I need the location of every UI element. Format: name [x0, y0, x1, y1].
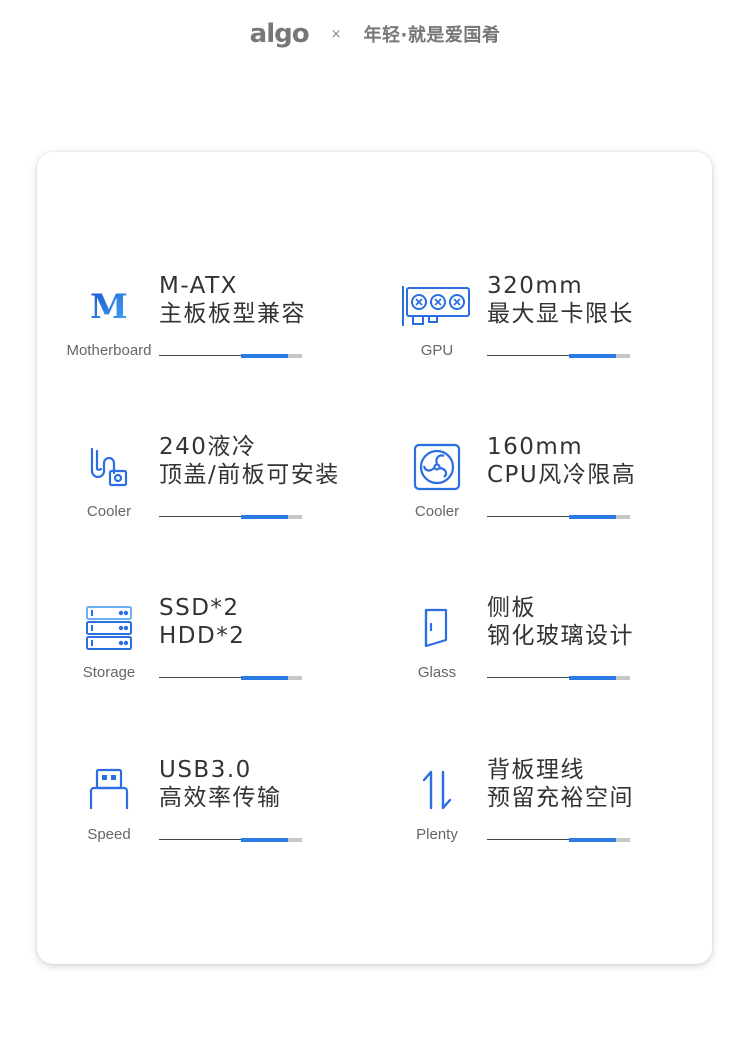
- feature-usb: Speed USB3.0 高效率传输: [63, 757, 373, 860]
- feature-caption: Storage: [82, 664, 136, 681]
- feature-title: 240液冷 顶盖/前板可安装: [159, 433, 340, 489]
- liquid-cooler-icon: [63, 437, 155, 497]
- feature-liquid-cooler: Cooler 240液冷 顶盖/前板可安装: [63, 434, 373, 537]
- feature-glass: Glass 侧板 钢化玻璃设计: [391, 595, 701, 698]
- feature-title-line2: CPU风冷限高: [487, 462, 637, 488]
- feature-progress-bar: [487, 354, 630, 358]
- feature-title-line2: 顶盖/前板可安装: [159, 462, 340, 488]
- gpu-card-icon: [391, 276, 483, 336]
- algo-logo: algo: [249, 19, 310, 49]
- feature-title-line1: 160mm: [487, 434, 584, 460]
- spec-card: M Motherboard M-ATX 主板板型兼容 GPU 320mm 最大显…: [37, 152, 712, 964]
- fan-cooler-icon: [391, 437, 483, 497]
- feature-title: USB3.0 高效率传输: [159, 756, 282, 812]
- storage-drives-icon: [63, 598, 155, 658]
- feature-progress-bar: [159, 354, 302, 358]
- feature-gpu: GPU 320mm 最大显卡限长: [391, 273, 701, 376]
- feature-title-line1: 侧板: [487, 595, 536, 621]
- feature-caption: Plenty: [416, 826, 458, 843]
- collab-separator: ×: [330, 26, 342, 42]
- cable-routing-icon: [391, 760, 483, 820]
- feature-title: 侧板 钢化玻璃设计: [487, 594, 634, 650]
- feature-progress-bar: [159, 676, 302, 680]
- feature-caption: Cooler: [414, 503, 460, 520]
- feature-title-line1: 240液冷: [159, 434, 257, 460]
- feature-caption: GPU: [420, 342, 454, 359]
- feature-cable-routing: Plenty 背板理线 预留充裕空间: [391, 757, 701, 860]
- brand-slogan: 年轻·就是爱国肴: [363, 25, 501, 46]
- motherboard-m-icon: M: [63, 276, 155, 336]
- feature-title: SSD*2 HDD*2: [159, 594, 245, 650]
- feature-title-line2: 预留充裕空间: [487, 785, 634, 811]
- feature-title: 背板理线 预留充裕空间: [487, 756, 634, 812]
- feature-caption: Motherboard: [66, 342, 152, 359]
- feature-title: M-ATX 主板板型兼容: [159, 272, 306, 328]
- feature-progress-bar: [159, 838, 302, 842]
- feature-storage: Storage SSD*2 HDD*2: [63, 595, 373, 698]
- usb-port-icon: [63, 760, 155, 820]
- feature-fan-cooler: Cooler 160mm CPU风冷限高: [391, 434, 701, 537]
- glass-panel-icon: [391, 598, 483, 658]
- feature-progress-bar: [487, 515, 630, 519]
- feature-title-line2: HDD*2: [159, 623, 246, 649]
- feature-title: 320mm 最大显卡限长: [487, 272, 634, 328]
- feature-progress-bar: [487, 676, 630, 680]
- feature-title-line2: 高效率传输: [159, 785, 282, 811]
- feature-caption: Glass: [417, 664, 457, 681]
- feature-motherboard: M Motherboard M-ATX 主板板型兼容: [63, 273, 373, 376]
- feature-title-line2: 最大显卡限长: [487, 301, 634, 327]
- feature-caption: Cooler: [86, 503, 132, 520]
- feature-title: 160mm CPU风冷限高: [487, 433, 636, 489]
- feature-title-line1: USB3.0: [159, 757, 252, 783]
- feature-progress-bar: [159, 515, 302, 519]
- svg-text:M: M: [90, 288, 128, 324]
- feature-title-line2: 钢化玻璃设计: [487, 623, 634, 649]
- brand-header: algo × 年轻·就是爱国肴: [0, 14, 750, 54]
- feature-title-line1: 320mm: [487, 273, 584, 299]
- feature-title-line1: M-ATX: [159, 273, 238, 299]
- feature-title-line2: 主板板型兼容: [159, 301, 306, 327]
- feature-caption: Speed: [87, 826, 131, 843]
- feature-title-line1: 背板理线: [487, 757, 585, 783]
- feature-progress-bar: [487, 838, 630, 842]
- feature-title-line1: SSD*2: [159, 595, 240, 621]
